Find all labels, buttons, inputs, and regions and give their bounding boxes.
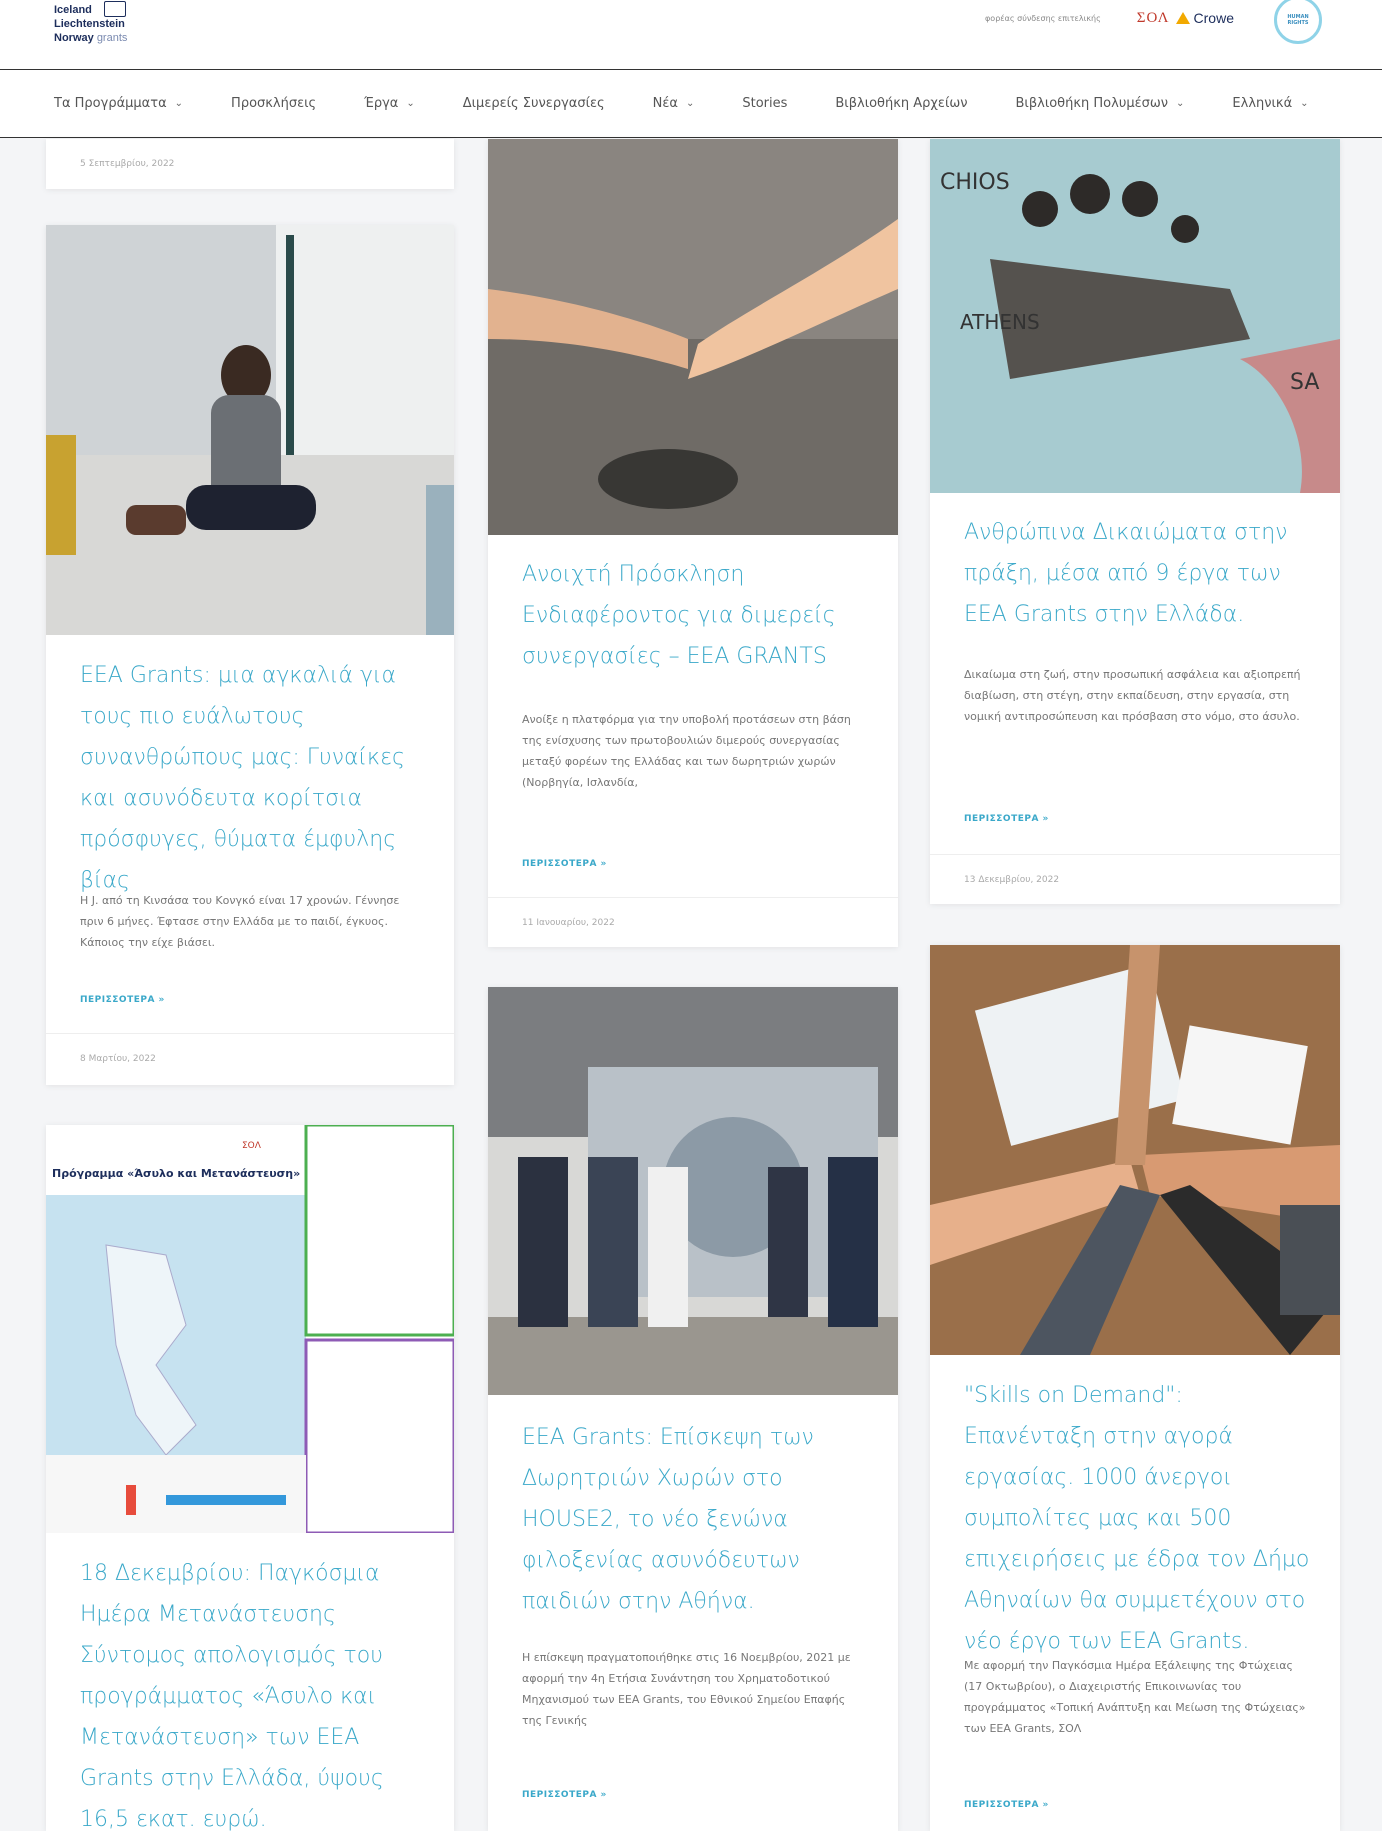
svg-text:CHIOS: CHIOS — [940, 170, 1010, 195]
post-date: 11 Ιανουαρίου, 2022 — [488, 897, 898, 947]
nav-bilateral[interactable]: Διμερείς Συνεργασίες — [463, 96, 605, 111]
news-card[interactable]: Πρόγραμμα «Άσυλο και Μετανάστευση» ΣΟΛ 1… — [46, 1125, 454, 1831]
partner-tagline: φορέας σύνδεσης επιτελικής — [985, 13, 1101, 23]
nav-label: Τα Προγράμματα — [54, 96, 167, 111]
badge-label: HUMAN RIGHTS — [1287, 14, 1309, 26]
crowe-label: Crowe — [1193, 10, 1234, 26]
card-title[interactable]: Ανοιχτή Πρόσκληση Ενδιαφέροντος για διμε… — [522, 554, 872, 677]
card-excerpt: Η επίσκεψη πραγματοποιήθηκε στις 16 Νοεμ… — [522, 1651, 851, 1727]
card-image[interactable]: Πρόγραμμα «Άσυλο και Μετανάστευση» ΣΟΛ — [46, 1125, 454, 1535]
card-image[interactable] — [46, 225, 454, 635]
nav-file-library[interactable]: Βιβλιοθήκη Αρχείων — [835, 96, 967, 111]
card-excerpt: Δικαίωμα στη ζωή, στην προσωπική ασφάλει… — [964, 668, 1301, 723]
logo-line2: Liechtenstein — [54, 18, 125, 30]
soa-logo: ΣΟΛ — [1136, 9, 1170, 26]
chevron-down-icon: ⌄ — [1176, 98, 1185, 109]
infographic-heading: Πρόγραμμα «Άσυλο και Μετανάστευση» — [52, 1167, 301, 1180]
card-image[interactable] — [488, 987, 898, 1395]
read-more-link[interactable]: ΠΕΡΙΣΣΟΤΕΡΑ » — [522, 1790, 607, 1800]
infographic-soa-label: ΣΟΛ — [242, 1141, 261, 1151]
woman-at-window-photo — [46, 225, 454, 635]
partner-logos: φορέας σύνδεσης επιτελικής ΣΟΛ Crowe HUM… — [985, 0, 1382, 44]
read-more-link[interactable]: ΠΕΡΙΣΣΟΤΕΡΑ » — [80, 995, 165, 1005]
crowe-triangle-icon — [1175, 12, 1190, 24]
nav-label: Νέα — [652, 96, 678, 111]
card-excerpt: Ανοίξε η πλατφόρμα για την υποβολή προτά… — [522, 713, 851, 789]
nav-label: Ελληνικά — [1232, 96, 1293, 111]
logo-flag-icon — [104, 1, 126, 17]
card-excerpt: Η J. από τη Κινσάσα του Κονγκό είναι 17 … — [80, 894, 400, 949]
card-title[interactable]: "Skills on Demand": Επανένταξη στην αγορ… — [964, 1375, 1314, 1662]
nav-projects[interactable]: Έργα ⌄ — [364, 96, 415, 111]
chevron-down-icon: ⌄ — [174, 98, 184, 109]
svg-text:SA: SA — [1290, 370, 1319, 395]
logo-line3: Norway — [54, 32, 94, 44]
nav-calls[interactable]: Προσκλήσεις — [231, 96, 316, 111]
news-card[interactable]: Ανοιχτή Πρόσκληση Ενδιαφέροντος για διμε… — [488, 139, 898, 947]
human-rights-badge: HUMAN RIGHTS — [1274, 0, 1322, 44]
read-more-link[interactable]: ΠΕΡΙΣΣΟΤΕΡΑ » — [522, 859, 607, 869]
nav-label: Βιβλιοθήκη Αρχείων — [835, 96, 968, 111]
card-title[interactable]: EEA Grants: Επίσκεψη των Δωρητριών Χωρών… — [522, 1417, 872, 1622]
news-card[interactable]: EEA Grants: Επίσκεψη των Δωρητριών Χωρών… — [488, 987, 898, 1831]
language-switcher[interactable]: Ελληνικά ⌄ — [1232, 96, 1308, 111]
post-date: 8 Μαρτίου, 2022 — [46, 1033, 454, 1083]
card-excerpt: Με αφορμή την Παγκόσμια Ημέρα Εξάλειψης … — [964, 1659, 1306, 1735]
nav-label: Έργα — [364, 96, 399, 111]
nav-media-library[interactable]: Βιβλιοθήκη Πολυμέσων ⌄ — [1016, 96, 1185, 111]
news-card[interactable]: EEA Grants: μια αγκαλιά για τους πιο ευά… — [46, 225, 454, 1085]
nav-news[interactable]: Νέα ⌄ — [653, 96, 695, 111]
group-photo — [488, 987, 898, 1395]
holding-hands-photo — [488, 139, 898, 535]
read-more-link[interactable]: ΠΕΡΙΣΣΟΤΕΡΑ » — [964, 814, 1049, 824]
site-header: Iceland Liechtenstein Norway grants φορέ… — [0, 0, 1382, 70]
main-nav: Τα Προγράμματα ⌄ Προσκλήσεις Έργα ⌄ Διμερε… — [0, 70, 1382, 138]
infographic-image — [46, 1125, 454, 1535]
svg-text:ATHENS: ATHENS — [960, 310, 1040, 334]
crowe-logo: Crowe — [1175, 10, 1234, 26]
card-title[interactable]: Ανθρώπινα Δικαιώματα στην πράξη, μέσα απ… — [964, 512, 1314, 635]
eea-grants-logo[interactable]: Iceland Liechtenstein Norway grants — [54, 1, 128, 45]
nav-stories[interactable]: Stories — [742, 96, 787, 111]
card-image[interactable]: CHIOS ATHENS SA — [930, 139, 1340, 493]
read-more-link[interactable]: ΠΕΡΙΣΣΟΤΕΡΑ » — [964, 1800, 1049, 1810]
chevron-down-icon: ⌄ — [406, 98, 415, 109]
logo-line3-suffix: grants — [96, 32, 128, 44]
chevron-down-icon: ⌄ — [685, 98, 695, 109]
nav-programmes[interactable]: Τα Προγράμματα ⌄ — [54, 96, 183, 111]
news-card[interactable]: "Skills on Demand": Επανένταξη στην αγορ… — [930, 945, 1340, 1831]
post-date: 5 Σεπτεμβρίου, 2022 — [80, 159, 175, 169]
nav-label: Προσκλήσεις — [231, 96, 317, 111]
card-image[interactable] — [930, 945, 1340, 1355]
chevron-down-icon: ⌄ — [1300, 98, 1309, 109]
nav-label: Βιβλιοθήκη Πολυμέσων — [1015, 96, 1169, 111]
nav-label: Διμερείς Συνεργασίες — [462, 96, 605, 111]
news-card[interactable]: CHIOS ATHENS SA Ανθρώπινα Δικαιώματα στη… — [930, 139, 1340, 904]
team-hands-photo — [930, 945, 1340, 1355]
childrens-drawing-image: CHIOS ATHENS SA — [930, 139, 1340, 493]
card-title[interactable]: 18 Δεκεμβρίου: Παγκόσμια Ημέρα Μετανάστε… — [80, 1553, 428, 1831]
card-title[interactable]: EEA Grants: μια αγκαλιά για τους πιο ευά… — [80, 655, 428, 901]
nav-label: Stories — [742, 96, 788, 111]
news-card-stub: 5 Σεπτεμβρίου, 2022 — [46, 139, 454, 189]
post-date: 13 Δεκεμβρίου, 2022 — [930, 854, 1340, 904]
card-image[interactable] — [488, 139, 898, 535]
